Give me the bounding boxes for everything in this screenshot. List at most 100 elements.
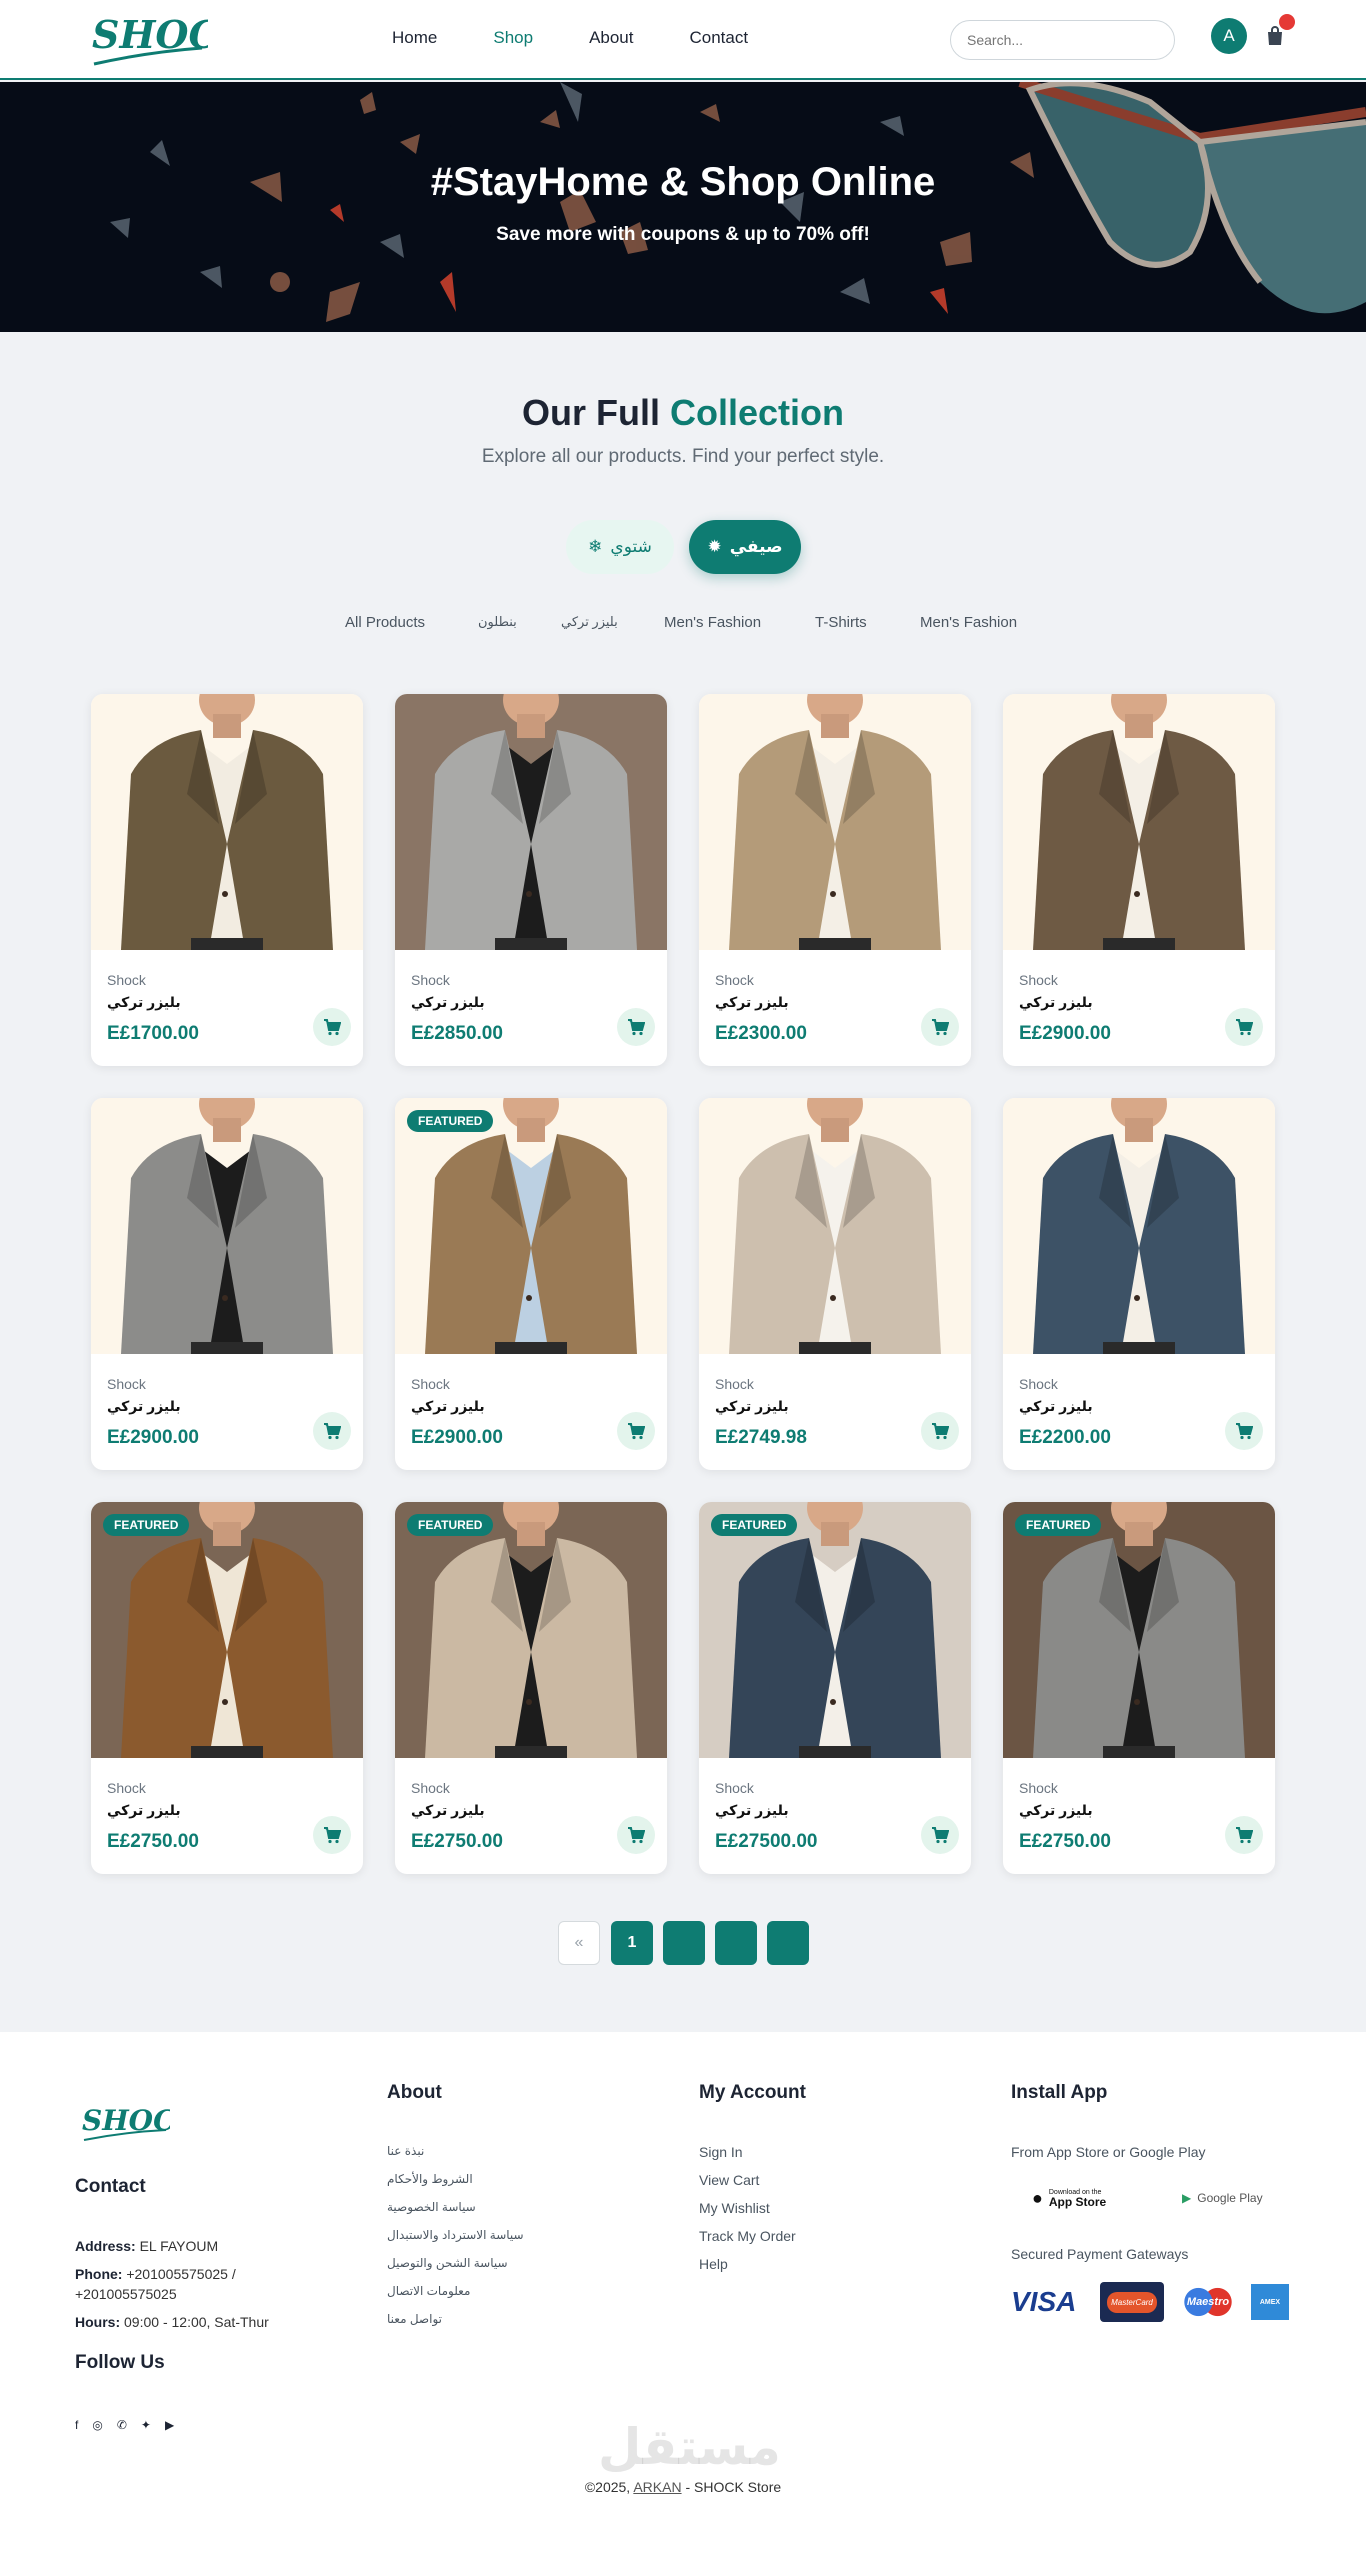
filter-mens-fashion-2[interactable]: Men's Fashion	[920, 614, 1017, 631]
nav-shop[interactable]: Shop	[493, 28, 533, 48]
filter-t-shirts[interactable]: T-Shirts	[815, 614, 867, 631]
add-to-cart-button[interactable]	[1225, 1816, 1263, 1854]
add-to-cart-button[interactable]	[921, 1816, 959, 1854]
product-price: E£2850.00	[411, 1023, 503, 1044]
product-name[interactable]: بليزر تركي	[1019, 1802, 1093, 1819]
add-to-cart-button[interactable]	[921, 1412, 959, 1450]
phone-label: Phone:	[75, 2266, 123, 2282]
account-sign-in[interactable]: Sign In	[699, 2144, 743, 2160]
account-track-order[interactable]: Track My Order	[699, 2228, 796, 2244]
product-name[interactable]: بليزر تركي	[1019, 994, 1093, 1011]
product-image[interactable]	[1003, 694, 1275, 950]
about-link-4[interactable]: سياسة الاسترداد والاستبدال	[387, 2228, 524, 2242]
product-name[interactable]: بليزر تركي	[411, 1398, 485, 1415]
season-summer-button[interactable]: ✹ صيفي	[689, 520, 801, 574]
add-to-cart-button[interactable]	[1225, 1008, 1263, 1046]
product-card[interactable]: FEATURED Shock بليزر تركي E£27500.00	[699, 1502, 971, 1874]
product-brand: Shock	[1019, 1376, 1058, 1392]
product-name[interactable]: بليزر تركي	[715, 994, 789, 1011]
shock-logo[interactable]: SHOCK	[88, 4, 208, 70]
product-card[interactable]: FEATURED Shock بليزر تركي E£2900.00	[395, 1098, 667, 1470]
add-to-cart-button[interactable]	[313, 1008, 351, 1046]
whatsapp-icon[interactable]: ✆	[117, 2418, 127, 2432]
hero-confetti-decoration	[110, 82, 1366, 322]
product-card[interactable]: FEATURED Shock بليزر تركي E£2750.00	[1003, 1502, 1275, 1874]
product-card[interactable]: Shock بليزر تركي E£2300.00	[699, 694, 971, 1066]
instagram-icon[interactable]: ◎	[92, 2418, 102, 2432]
product-card[interactable]: Shock بليزر تركي E£1700.00	[91, 694, 363, 1066]
footer-phone: Phone: +201005575025 /	[75, 2266, 236, 2282]
product-image[interactable]	[395, 1098, 667, 1354]
nav-about[interactable]: About	[589, 28, 633, 48]
youtube-icon[interactable]: ▶	[165, 2418, 174, 2432]
product-card[interactable]: Shock بليزر تركي E£2200.00	[1003, 1098, 1275, 1470]
account-view-cart[interactable]: View Cart	[699, 2172, 759, 2188]
add-to-cart-button[interactable]	[617, 1816, 655, 1854]
about-link-6[interactable]: معلومات الاتصال	[387, 2284, 470, 2298]
filter-mens-fashion[interactable]: Men's Fashion	[664, 614, 761, 631]
footer-logo[interactable]: SHOCK	[80, 2096, 170, 2146]
product-card[interactable]: Shock بليزر تركي E£2850.00	[395, 694, 667, 1066]
product-price: E£27500.00	[715, 1831, 818, 1852]
facebook-icon[interactable]: f	[75, 2418, 78, 2432]
filter-turkish-blazer[interactable]: بليزر تركي	[561, 614, 618, 630]
product-card[interactable]: FEATURED Shock بليزر تركي E£2750.00	[395, 1502, 667, 1874]
account-wishlist[interactable]: My Wishlist	[699, 2200, 770, 2216]
product-card[interactable]: Shock بليزر تركي E£2900.00	[1003, 694, 1275, 1066]
copyright-link[interactable]: ARKAN	[633, 2479, 681, 2495]
product-image[interactable]	[395, 694, 667, 950]
google-play-button[interactable]: ▶ Google Play	[1182, 2178, 1263, 2218]
product-name[interactable]: بليزر تركي	[411, 994, 485, 1011]
pagination-page-1[interactable]: 1	[611, 1921, 653, 1965]
footer-logo-text: SHOCK	[82, 2104, 170, 2137]
add-to-cart-button[interactable]	[1225, 1412, 1263, 1450]
twitter-icon[interactable]: ✦	[141, 2418, 151, 2432]
product-name[interactable]: بليزر تركي	[107, 1398, 181, 1415]
shopping-bag-icon[interactable]	[1265, 26, 1285, 46]
about-link-7[interactable]: تواصل معنا	[387, 2312, 442, 2326]
add-to-cart-button[interactable]	[313, 1412, 351, 1450]
pagination-page-2[interactable]	[663, 1921, 705, 1965]
collection-title-part1: Our Full	[521, 392, 660, 433]
season-winter-button[interactable]: ❄ شتوي	[566, 520, 674, 574]
product-image[interactable]	[395, 1502, 667, 1758]
nav-home[interactable]: Home	[392, 28, 437, 48]
add-to-cart-button[interactable]	[617, 1412, 655, 1450]
product-name[interactable]: بليزر تركي	[107, 994, 181, 1011]
product-card[interactable]: Shock بليزر تركي E£2900.00	[91, 1098, 363, 1470]
product-image[interactable]	[91, 694, 363, 950]
add-to-cart-button[interactable]	[313, 1816, 351, 1854]
add-to-cart-button[interactable]	[617, 1008, 655, 1046]
about-link-1[interactable]: نبذة عنا	[387, 2144, 424, 2158]
product-card[interactable]: Shock بليزر تركي E£2749.98	[699, 1098, 971, 1470]
search-input[interactable]	[950, 20, 1175, 60]
product-name[interactable]: بليزر تركي	[1019, 1398, 1093, 1415]
about-link-5[interactable]: سياسة الشحن والتوصيل	[387, 2256, 508, 2270]
product-name[interactable]: بليزر تركي	[715, 1398, 789, 1415]
category-filters: All Products بنطلون بليزر تركي Men's Fas…	[0, 614, 1366, 634]
product-brand: Shock	[1019, 972, 1058, 988]
product-image[interactable]	[699, 1098, 971, 1354]
user-avatar[interactable]: A	[1211, 18, 1247, 54]
nav-contact[interactable]: Contact	[690, 28, 749, 48]
product-name[interactable]: بليزر تركي	[411, 1802, 485, 1819]
product-image[interactable]	[91, 1502, 363, 1758]
product-name[interactable]: بليزر تركي	[107, 1802, 181, 1819]
product-image[interactable]	[1003, 1502, 1275, 1758]
product-image[interactable]	[91, 1098, 363, 1354]
about-link-3[interactable]: سياسة الخصوصية	[387, 2200, 476, 2214]
pagination-page-4[interactable]	[767, 1921, 809, 1965]
add-to-cart-button[interactable]	[921, 1008, 959, 1046]
product-name[interactable]: بليزر تركي	[715, 1802, 789, 1819]
filter-all-products[interactable]: All Products	[345, 614, 425, 631]
product-image[interactable]	[699, 1502, 971, 1758]
pagination-page-3[interactable]	[715, 1921, 757, 1965]
account-help[interactable]: Help	[699, 2256, 728, 2272]
product-image[interactable]	[699, 694, 971, 950]
pagination-prev[interactable]: «	[558, 1921, 600, 1965]
filter-pants[interactable]: بنطلون	[478, 614, 517, 630]
about-link-2[interactable]: الشروط والأحكام	[387, 2172, 473, 2186]
product-card[interactable]: FEATURED Shock بليزر تركي E£2750.00	[91, 1502, 363, 1874]
app-store-button[interactable]: ● Download on the App Store	[1032, 2178, 1106, 2218]
product-image[interactable]	[1003, 1098, 1275, 1354]
